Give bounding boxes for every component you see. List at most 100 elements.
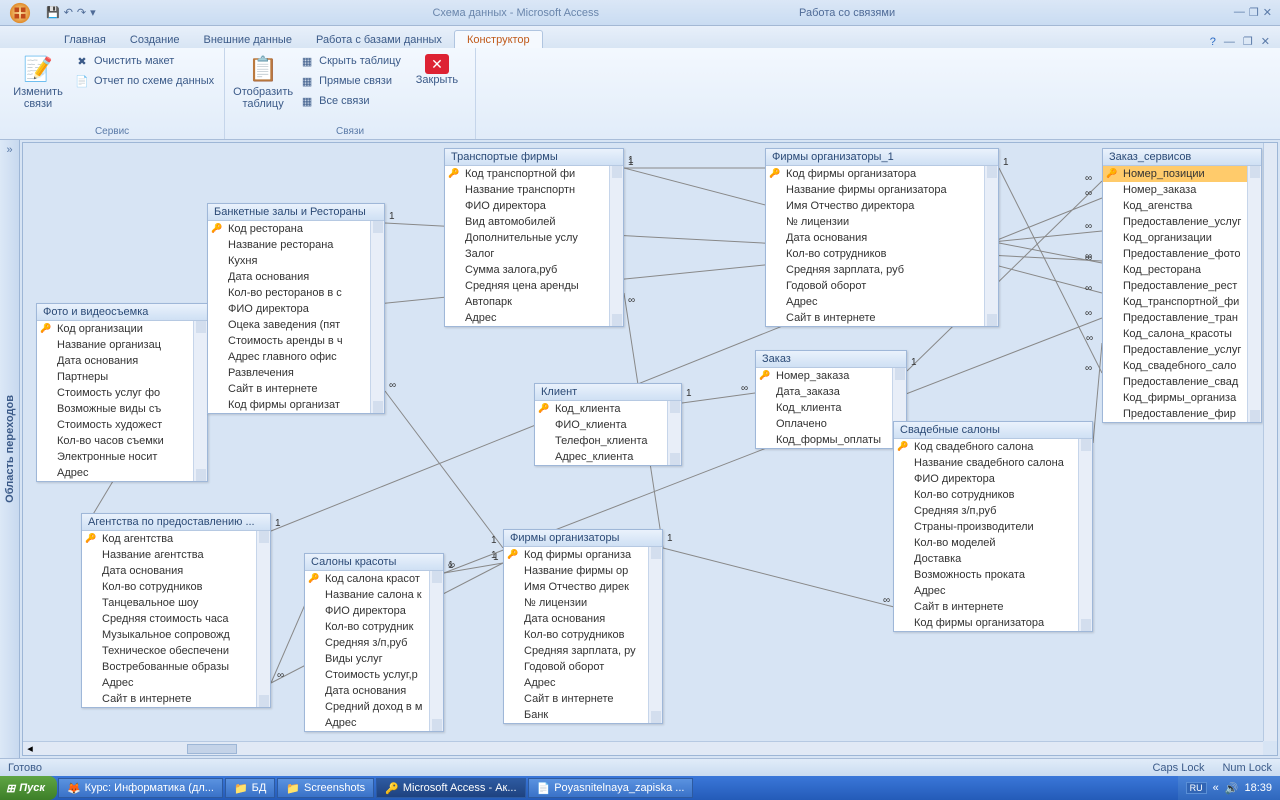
table-header[interactable]: Фирмы организаторы_1 (766, 149, 998, 166)
expand-nav-icon[interactable]: » (6, 144, 12, 156)
table-field[interactable]: Название салона к (305, 587, 443, 603)
table-field[interactable]: Адрес (37, 465, 207, 481)
table-field[interactable]: Возможность проката (894, 567, 1092, 583)
table-field[interactable]: Код фирмы организат (208, 397, 384, 413)
table-field[interactable]: Кол-во сотрудников (766, 246, 998, 262)
table-field[interactable]: Музыкальное сопровожд (82, 627, 270, 643)
table-field[interactable]: ФИО_клиента (535, 417, 681, 433)
close-button[interactable]: ✕ Закрыть (407, 52, 467, 88)
ribbon-tab[interactable]: Главная (52, 31, 118, 48)
table-field[interactable]: Телефон_клиента (535, 433, 681, 449)
table-field[interactable]: Банк (504, 707, 662, 723)
table-field[interactable]: Код_агенства (1103, 198, 1261, 214)
table-field[interactable]: Кол-во сотрудников (82, 579, 270, 595)
table-scrollbar[interactable] (1078, 439, 1092, 631)
table-field[interactable]: Предоставление_рест (1103, 278, 1261, 294)
table-field[interactable]: Сумма залога,руб (445, 262, 623, 278)
table-firms[interactable]: Фирмы организаторыКод фирмы организаНазв… (503, 529, 663, 724)
table-wedding[interactable]: Свадебные салоныКод свадебного салонаНаз… (893, 421, 1093, 632)
table-field[interactable]: Оцека заведения (пят (208, 317, 384, 333)
table-field[interactable]: Техническое обеспечени (82, 643, 270, 659)
ribbon-tab[interactable]: Конструктор (454, 30, 543, 48)
table-field[interactable]: Развлечения (208, 365, 384, 381)
table-header[interactable]: Банкетные залы и Рестораны (208, 204, 384, 221)
table-field[interactable]: ФИО директора (305, 603, 443, 619)
table-field[interactable]: Сайт в интернете (82, 691, 270, 707)
qat-dropdown-icon[interactable]: ▾ (90, 6, 96, 19)
table-field[interactable]: Партнеры (37, 369, 207, 385)
vertical-scrollbar[interactable] (1263, 143, 1277, 741)
tray-expand-icon[interactable]: « (1213, 782, 1219, 794)
table-field[interactable]: Название ресторана (208, 237, 384, 253)
table-field[interactable]: Дата основания (504, 611, 662, 627)
table-field[interactable]: Код_клиента (756, 400, 906, 416)
table-field[interactable]: Дата основания (305, 683, 443, 699)
save-icon[interactable]: 💾 (46, 6, 60, 19)
table-field[interactable]: Предоставление_фир (1103, 406, 1261, 422)
table-field[interactable]: Код_ресторана (1103, 262, 1261, 278)
system-tray[interactable]: RU « 🔊 18:39 (1178, 776, 1280, 800)
table-field[interactable]: Годовой оборот (504, 659, 662, 675)
table-scrollbar[interactable] (1247, 166, 1261, 422)
table-field[interactable]: Предоставление_свад (1103, 374, 1261, 390)
table-field[interactable]: Код_организации (1103, 230, 1261, 246)
table-header[interactable]: Агентства по предоставлению ... (82, 514, 270, 531)
table-field[interactable]: Название фирмы организатора (766, 182, 998, 198)
table-field[interactable]: Адрес (504, 675, 662, 691)
table-scrollbar[interactable] (193, 321, 207, 481)
table-field[interactable]: Доставка (894, 551, 1092, 567)
table-header[interactable]: Свадебные салоны (894, 422, 1092, 439)
table-field[interactable]: Кол-во часов съемки (37, 433, 207, 449)
table-field[interactable]: Возможные виды съ (37, 401, 207, 417)
table-field[interactable]: Код фирмы организатора (766, 166, 998, 182)
table-header[interactable]: Фирмы организаторы (504, 530, 662, 547)
table-scrollbar[interactable] (256, 531, 270, 707)
table-field[interactable]: Востребованные образы (82, 659, 270, 675)
table-field[interactable]: Адрес (82, 675, 270, 691)
table-field[interactable]: Дата основания (766, 230, 998, 246)
table-scrollbar[interactable] (609, 166, 623, 326)
table-header[interactable]: Салоны красоты (305, 554, 443, 571)
table-field[interactable]: Сайт в интернете (504, 691, 662, 707)
navigation-pane[interactable]: » Область переходов (0, 140, 20, 758)
ribbon-tab[interactable]: Создание (118, 31, 192, 48)
table-field[interactable]: Адрес_клиента (535, 449, 681, 465)
language-indicator[interactable]: RU (1186, 782, 1207, 794)
table-field[interactable]: № лицензии (504, 595, 662, 611)
table-scrollbar[interactable] (648, 547, 662, 723)
table-field[interactable]: Предоставление_услуг (1103, 342, 1261, 358)
table-field[interactable]: Кухня (208, 253, 384, 269)
table-field[interactable]: Сайт в интернете (208, 381, 384, 397)
table-field[interactable]: № лицензии (766, 214, 998, 230)
table-field[interactable]: Код_салона_красоты (1103, 326, 1261, 342)
taskbar-item[interactable]: 📁БД (225, 778, 275, 798)
help-icon[interactable]: ? (1210, 36, 1216, 48)
table-scrollbar[interactable] (370, 221, 384, 413)
table-field[interactable]: Код фирмы организа (504, 547, 662, 563)
table-field[interactable]: Дата основания (82, 563, 270, 579)
table-services[interactable]: Заказ_сервисовНомер_позицииНомер_заказаК… (1102, 148, 1262, 423)
table-field[interactable]: ФИО директора (208, 301, 384, 317)
taskbar-item[interactable]: 📁Screenshots (277, 778, 374, 798)
table-field[interactable]: Стоимость художест (37, 417, 207, 433)
minimize-doc-icon[interactable]: — (1224, 36, 1235, 48)
table-field[interactable]: Номер_позиции (1103, 166, 1261, 182)
taskbar-item[interactable]: 🦊Курс: Информатика (дл... (58, 778, 223, 798)
table-field[interactable]: Электронные носит (37, 449, 207, 465)
table-field[interactable]: Адрес (894, 583, 1092, 599)
tray-icon[interactable]: 🔊 (1225, 782, 1239, 795)
horizontal-scrollbar[interactable]: ◂ (23, 741, 1263, 755)
table-field[interactable]: Вид автомобилей (445, 214, 623, 230)
table-field[interactable]: Стоимость услуг фо (37, 385, 207, 401)
table-field[interactable]: Кол-во сотрудников (504, 627, 662, 643)
taskbar-item[interactable]: 📄Poyasnitelnaya_zapiska ... (528, 778, 693, 798)
table-field[interactable]: ФИО директора (894, 471, 1092, 487)
table-field[interactable]: Адрес (305, 715, 443, 731)
table-field[interactable]: Сайт в интернете (894, 599, 1092, 615)
table-field[interactable]: Код_транспортной_фи (1103, 294, 1261, 310)
table-field[interactable]: Код фирмы организатора (894, 615, 1092, 631)
table-salon[interactable]: Салоны красотыКод салона красотНазвание … (304, 553, 444, 732)
show-table-button[interactable]: 📋 Отобразить таблицу (233, 52, 293, 112)
clock[interactable]: 18:39 (1244, 782, 1272, 794)
all-relations-button[interactable]: ▦Все связи (297, 92, 403, 110)
